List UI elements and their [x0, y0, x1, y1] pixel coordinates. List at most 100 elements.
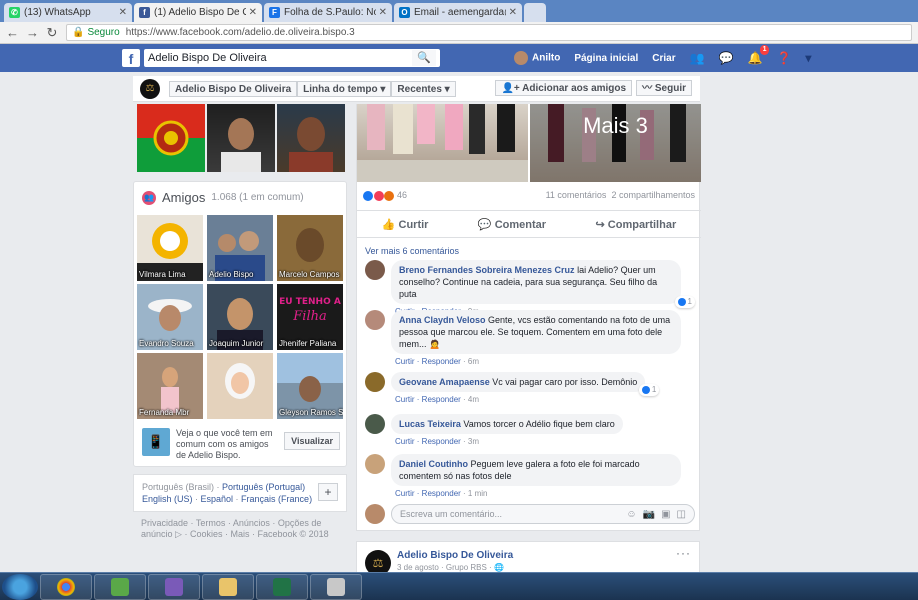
comment-author[interactable]: Geovane Amapaense	[399, 377, 490, 387]
comment-button[interactable]: 💬 Comentar	[478, 218, 546, 231]
profile-name-button[interactable]: Adelio Bispo De Oliveira	[169, 81, 298, 97]
close-tab-icon[interactable]: ✕	[119, 7, 127, 18]
comment-author[interactable]: Lucas Teixeira	[399, 419, 461, 429]
like-button[interactable]: 👍 Curtir	[382, 218, 429, 231]
comment-reply-links[interactable]: Curtir · Responder	[395, 437, 461, 446]
avatar[interactable]	[365, 372, 385, 392]
language-link[interactable]: Português (Portugal)	[222, 482, 305, 492]
comment-time[interactable]: 1 min	[468, 489, 488, 498]
comment-author[interactable]: Daniel Coutinho	[399, 459, 468, 469]
photo-thumbnail[interactable]	[207, 104, 275, 172]
friend-tile[interactable]: Joaquim Junior	[207, 284, 273, 350]
group-photo	[357, 104, 528, 182]
camera-icon[interactable]: 📷	[643, 509, 655, 520]
browser-tab-active[interactable]: f (1) Adelio Bispo De Oliveira ✕	[134, 3, 262, 22]
friend-tile[interactable]: Marcelo Campos	[277, 215, 343, 281]
follow-button[interactable]: 〰 Seguir	[636, 80, 692, 96]
language-link[interactable]: English (US)	[142, 494, 193, 504]
comment-like-count[interactable]: 1	[674, 296, 695, 308]
post-photo[interactable]	[357, 104, 528, 182]
search-icon[interactable]: 🔍	[412, 50, 436, 66]
recent-button[interactable]: Recentes ▾	[391, 81, 456, 97]
comment-time[interactable]: 4m	[468, 395, 479, 404]
omnibox[interactable]: 🔒 Seguro https://www.facebook.com/adelio…	[66, 24, 912, 41]
home-link[interactable]: Página inicial	[574, 53, 638, 64]
language-link[interactable]: Español	[201, 494, 234, 504]
messenger-icon[interactable]: 💬	[719, 51, 734, 65]
avatar[interactable]	[365, 260, 385, 280]
shares-count[interactable]: 2 compartilhamentos	[611, 190, 695, 200]
new-tab-button[interactable]	[524, 3, 546, 22]
close-tab-icon[interactable]: ✕	[379, 7, 387, 18]
chevron-down-icon[interactable]: ▾	[805, 51, 811, 65]
create-link[interactable]: Criar	[652, 53, 675, 64]
browser-tab[interactable]: ✆ (13) WhatsApp ✕	[4, 3, 132, 22]
more-options-icon[interactable]: ···	[676, 546, 691, 560]
url-text[interactable]: https://www.facebook.com/adelio.de.olive…	[126, 27, 355, 38]
friend-photo	[225, 363, 255, 399]
photo-thumbnail[interactable]	[277, 104, 345, 172]
footer-links[interactable]: Privacidade · Termos · Anúncios · Opções…	[141, 518, 341, 540]
help-icon[interactable]: ❓	[776, 51, 791, 65]
comment-author[interactable]: Breno Fernandes Sobreira Menezes Cruz	[399, 265, 575, 275]
comment-like-count[interactable]: 1	[638, 384, 660, 396]
comment-input[interactable]: Escreva um comentário... ☺ 📷 ▣ ◫	[391, 504, 695, 524]
more-photos-overlay[interactable]: Mais 3	[530, 104, 701, 182]
friend-tile[interactable]: Adelio Bispo	[207, 215, 273, 281]
view-button[interactable]: Visualizar	[284, 432, 340, 450]
close-tab-icon[interactable]: ✕	[509, 7, 517, 18]
friend-tile[interactable]: Gleyson Ramos Souza	[277, 353, 343, 419]
back-arrow-icon[interactable]: ←	[6, 25, 19, 40]
friends-suggestion: 📱 Veja o que você tem em comum com os am…	[142, 428, 340, 461]
language-current: Português (Brasil)	[142, 482, 215, 492]
timeline-button[interactable]: Linha do tempo ▾	[297, 81, 392, 97]
photo-thumbnail[interactable]	[137, 104, 205, 172]
avatar[interactable]	[365, 310, 385, 330]
comment-reply-links[interactable]: Curtir · Responder	[395, 489, 461, 498]
browser-tab[interactable]: F Folha de S.Paulo: Notícias ✕	[264, 3, 392, 22]
taskbar-button[interactable]	[310, 573, 362, 600]
post-photo[interactable]: Mais 3	[530, 104, 701, 182]
sticker-icon[interactable]: ◫	[677, 509, 686, 520]
reactions-summary[interactable]: 46	[363, 190, 407, 201]
gif-icon[interactable]: ▣	[661, 509, 670, 520]
notifications-icon[interactable]: 🔔 1	[748, 45, 770, 65]
avatar[interactable]	[365, 414, 385, 434]
friend-tile[interactable]: Fernanda Mbr	[137, 353, 203, 419]
add-language-button[interactable]: +	[318, 483, 338, 501]
friend-requests-icon[interactable]: 👥	[690, 51, 705, 65]
windows-start-icon[interactable]	[2, 573, 38, 600]
friend-tile[interactable]: Vilmara Lima	[137, 215, 203, 281]
taskbar-button[interactable]	[40, 573, 92, 600]
share-button[interactable]: ↪ Compartilhar	[596, 218, 677, 231]
post-author[interactable]: Adelio Bispo De Oliveira	[397, 550, 513, 561]
friend-tile[interactable]: Evandro Souza	[137, 284, 203, 350]
comment-reply-links[interactable]: Curtir · Responder	[395, 357, 461, 366]
friend-tile[interactable]	[207, 353, 273, 419]
taskbar-button[interactable]	[256, 573, 308, 600]
friend-tile[interactable]: EU TENHO A Filha Jhenifer Paliana	[277, 284, 343, 350]
comments-count[interactable]: 11 comentários	[546, 190, 607, 200]
comment-reply-links[interactable]: Curtir · Responder	[395, 395, 461, 404]
taskbar-button[interactable]	[94, 573, 146, 600]
browser-tab[interactable]: O Email - aemengarda@h ✕	[394, 3, 522, 22]
post-meta[interactable]: 3 de agosto · Grupo RBS · 🌐	[397, 563, 504, 572]
profile-avatar[interactable]: ⚖	[140, 79, 160, 99]
add-friend-button[interactable]: 👤+ Adicionar aos amigos	[495, 80, 633, 96]
profile-link[interactable]: Anilto	[514, 51, 560, 65]
comment-time[interactable]: 6m	[468, 357, 479, 366]
comment-author[interactable]: Anna Claydn Veloso	[399, 315, 486, 325]
language-link[interactable]: Français (France)	[241, 494, 312, 504]
comment-time[interactable]: 3m	[468, 437, 479, 446]
close-tab-icon[interactable]: ✕	[249, 7, 257, 18]
avatar[interactable]	[365, 454, 385, 474]
emoji-icon[interactable]: ☺	[626, 509, 636, 520]
search-input[interactable]	[148, 52, 412, 64]
forward-arrow-icon[interactable]: →	[26, 25, 39, 40]
taskbar-button[interactable]	[202, 573, 254, 600]
facebook-logo-icon[interactable]: f	[122, 49, 140, 67]
reload-icon[interactable]: ↻	[46, 25, 58, 41]
friends-title[interactable]: Amigos	[162, 190, 205, 205]
view-more-comments-link[interactable]: Ver mais 6 comentários	[365, 246, 459, 256]
taskbar-button[interactable]	[148, 573, 200, 600]
